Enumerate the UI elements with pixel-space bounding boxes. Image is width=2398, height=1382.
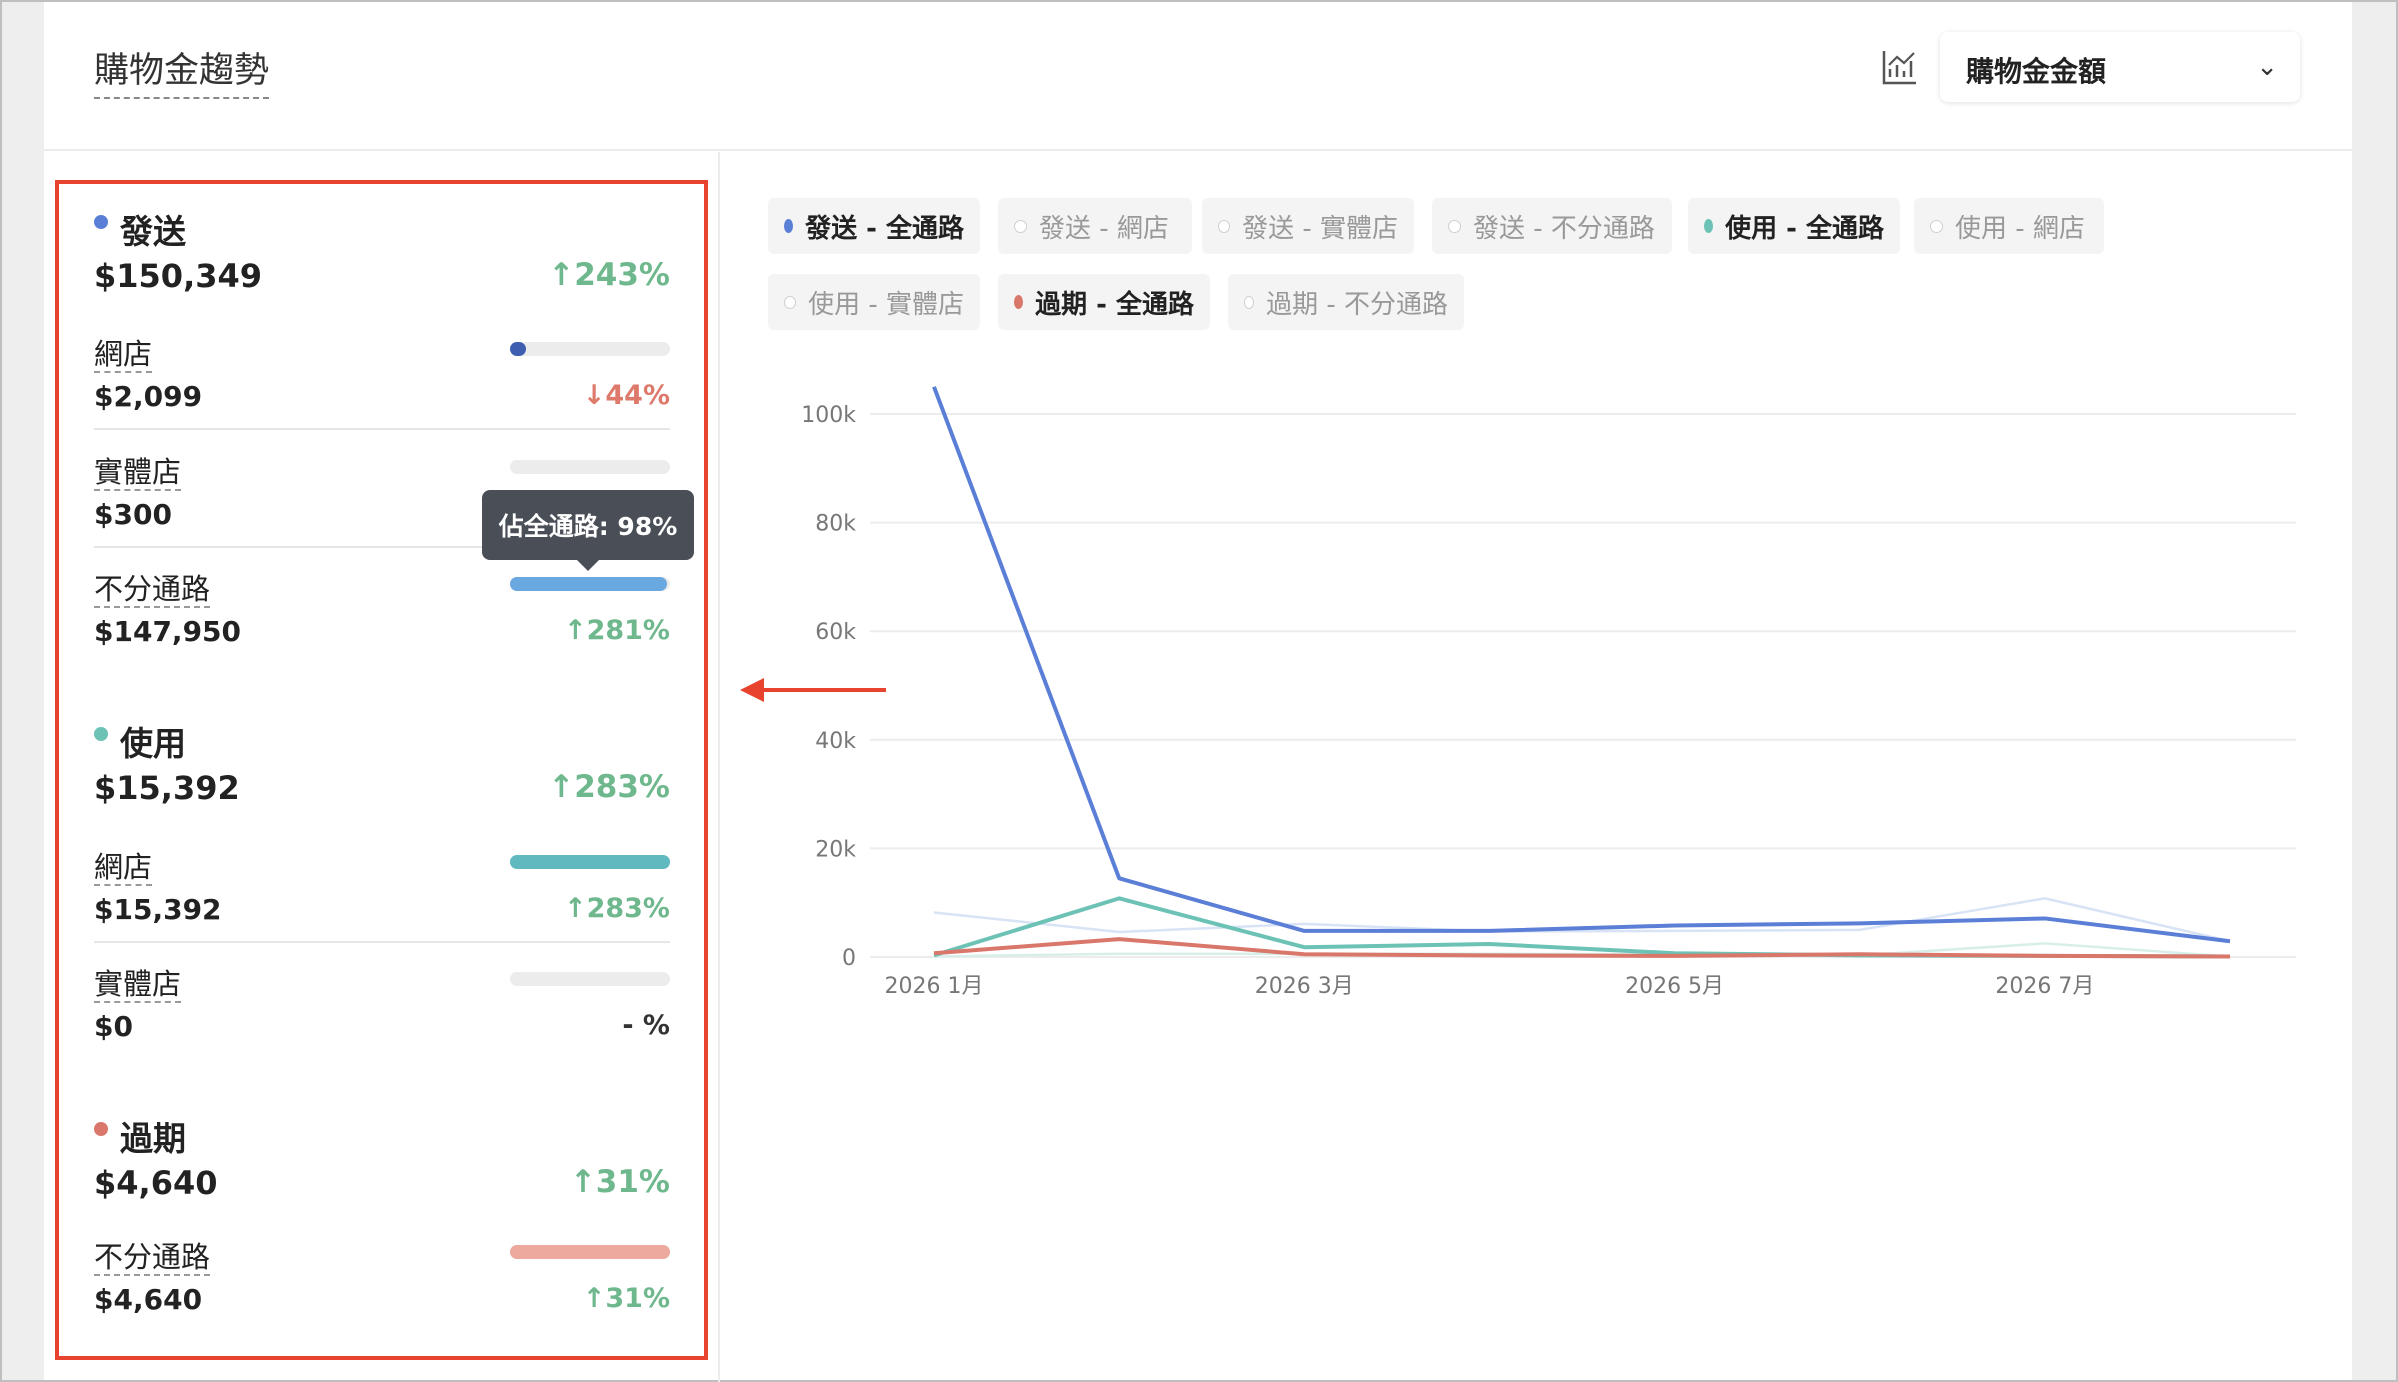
- y-tick-label: 100k: [801, 403, 856, 428]
- y-tick-label: 0: [842, 946, 856, 971]
- x-tick-label: 2026 5月: [1625, 974, 1724, 999]
- line-chart: 0 20k 40k 60k 80k 100k 2026 1月 2026 3月 2026 5月 20…: [801, 386, 2296, 999]
- x-tick-label: 2026 1月: [885, 974, 984, 999]
- x-tick-label: 2026 7月: [1995, 974, 2094, 999]
- y-tick-label: 40k: [815, 729, 856, 754]
- y-tick-label: 80k: [815, 512, 856, 537]
- y-tick-label: 20k: [815, 837, 856, 862]
- y-tick-label: 60k: [815, 620, 856, 645]
- series-line: [932, 386, 2231, 944]
- x-tick-label: 2026 3月: [1255, 974, 1354, 999]
